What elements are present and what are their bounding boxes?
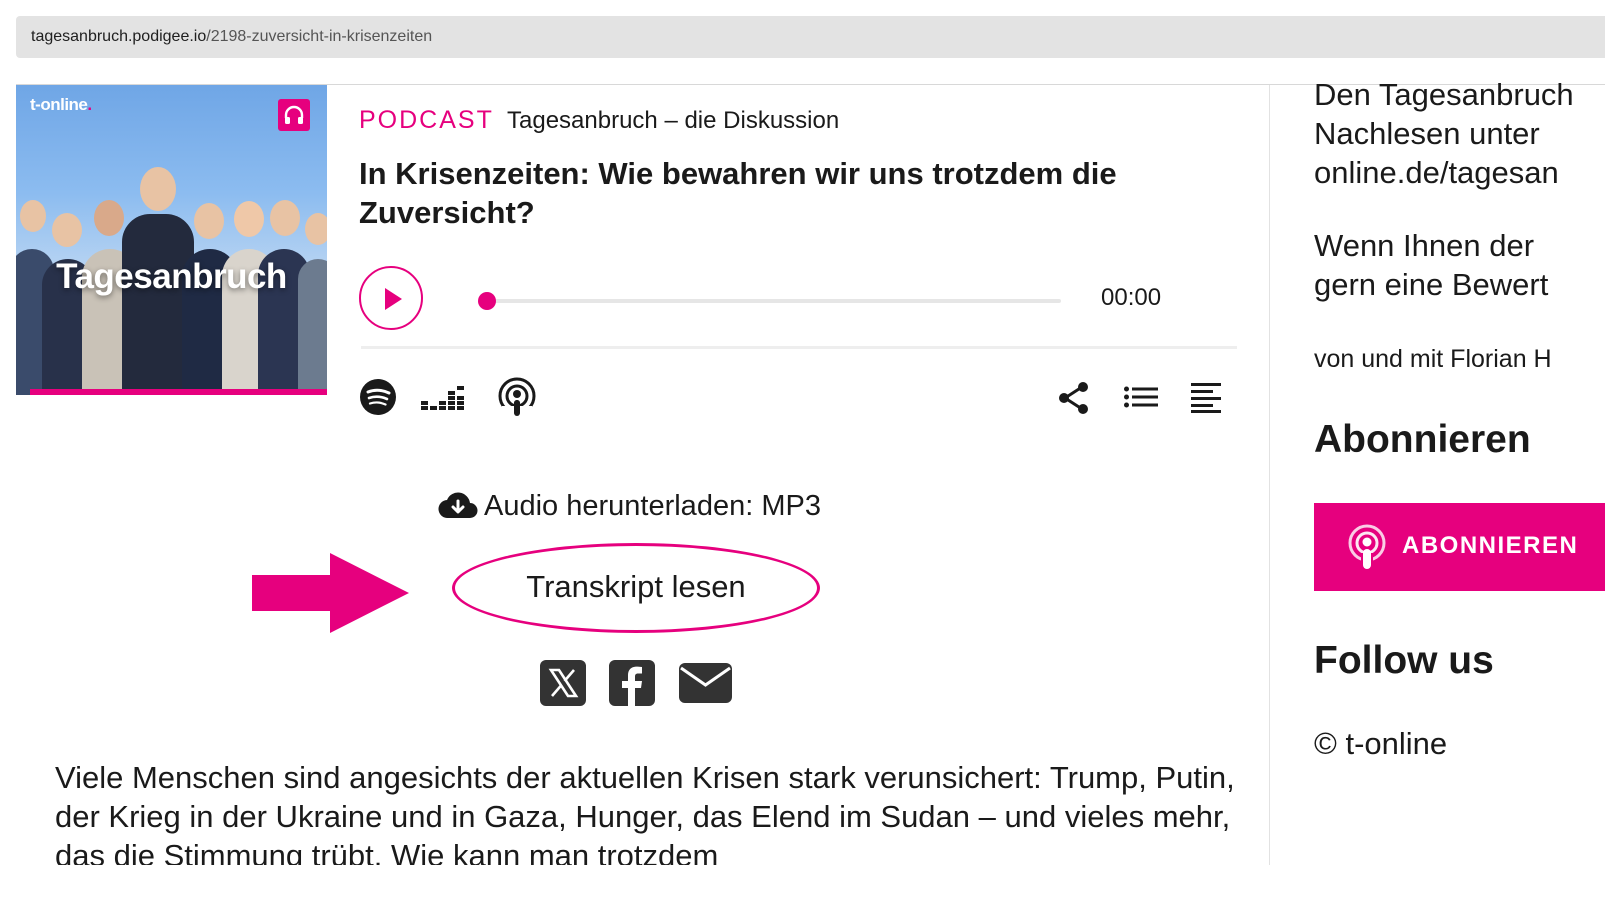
- url-path: /2198-zuversicht-in-krisenzeiten: [206, 28, 433, 45]
- share-icon[interactable]: [1058, 381, 1090, 420]
- transcript-icon[interactable]: [1191, 383, 1223, 418]
- episode-title: In Krisenzeiten: Wie bewahren wir uns tr…: [359, 156, 1117, 230]
- cover-person-head: [140, 167, 176, 211]
- subscribe-button-label: ABONNIEREN: [1402, 532, 1579, 559]
- podcast-icon: [1348, 524, 1386, 571]
- cover-person-head: [52, 213, 82, 247]
- play-icon: [385, 288, 402, 310]
- sidebar-divider: [1269, 85, 1270, 865]
- read-transcript-link[interactable]: Transkript lesen: [452, 569, 820, 605]
- spotify-icon[interactable]: [359, 378, 397, 421]
- x-icon[interactable]: [540, 660, 586, 711]
- sidebar-link-line[interactable]: online.de/tagesan: [1314, 153, 1559, 192]
- playback-time: 00:00: [1101, 284, 1162, 311]
- cover-brand-logo: t-online.: [30, 95, 92, 114]
- follow-heading: Follow us: [1314, 639, 1494, 682]
- cover-person-head: [234, 201, 264, 237]
- cover-accent-bar: [30, 389, 327, 395]
- url-domain: tagesanbruch.podigee.io: [31, 28, 207, 45]
- cover-show-title: Tagesanbruch: [56, 257, 287, 296]
- headphones-icon: [278, 99, 310, 131]
- show-name-link[interactable]: Tagesanbruch – die Diskussion: [507, 107, 839, 135]
- cover-person-head: [305, 213, 327, 245]
- sidebar-text-line: Nachlesen unter: [1314, 116, 1540, 151]
- sidebar-credit: von und mit Florian H: [1314, 345, 1552, 373]
- progress-slider[interactable]: [479, 299, 1061, 303]
- facebook-icon[interactable]: [609, 660, 655, 711]
- sidebar-text-line: Den Tagesanbruch: [1314, 77, 1574, 112]
- sidebar-text-line: gern eine Bewert: [1314, 267, 1549, 302]
- cover-person-head: [270, 200, 300, 236]
- episode-description: Viele Menschen sind angesichts der aktue…: [55, 760, 1235, 873]
- arrow-right-icon: [252, 553, 410, 638]
- deezer-icon[interactable]: [421, 383, 465, 416]
- cover-person-head: [94, 200, 124, 236]
- chapters-list-icon[interactable]: [1124, 386, 1158, 413]
- subscribe-heading: Abonnieren: [1314, 418, 1531, 461]
- player-divider: [361, 346, 1237, 349]
- progress-handle[interactable]: [478, 292, 496, 310]
- email-icon[interactable]: [679, 663, 732, 708]
- address-bar[interactable]: tagesanbruch.podigee.io/2198-zuversicht-…: [16, 16, 1605, 58]
- podcast-cover-image: t-online. Tagesanbruch: [16, 85, 327, 395]
- cloud-download-icon: [438, 492, 478, 519]
- cover-person-head: [20, 200, 46, 232]
- download-label: Audio herunterladen: MP3: [484, 490, 821, 522]
- cover-person-head: [194, 203, 224, 239]
- podcast-kicker: PODCAST: [359, 106, 494, 134]
- subscribe-button[interactable]: ABONNIEREN: [1314, 503, 1605, 591]
- download-mp3-link[interactable]: Audio herunterladen: MP3: [438, 490, 821, 523]
- sidebar-text-line: Wenn Ihnen der: [1314, 228, 1535, 263]
- viewport-bottom: [0, 865, 1605, 903]
- copyright: © t-online: [1314, 726, 1448, 761]
- play-button[interactable]: [359, 266, 423, 330]
- apple-podcasts-icon[interactable]: [497, 376, 537, 423]
